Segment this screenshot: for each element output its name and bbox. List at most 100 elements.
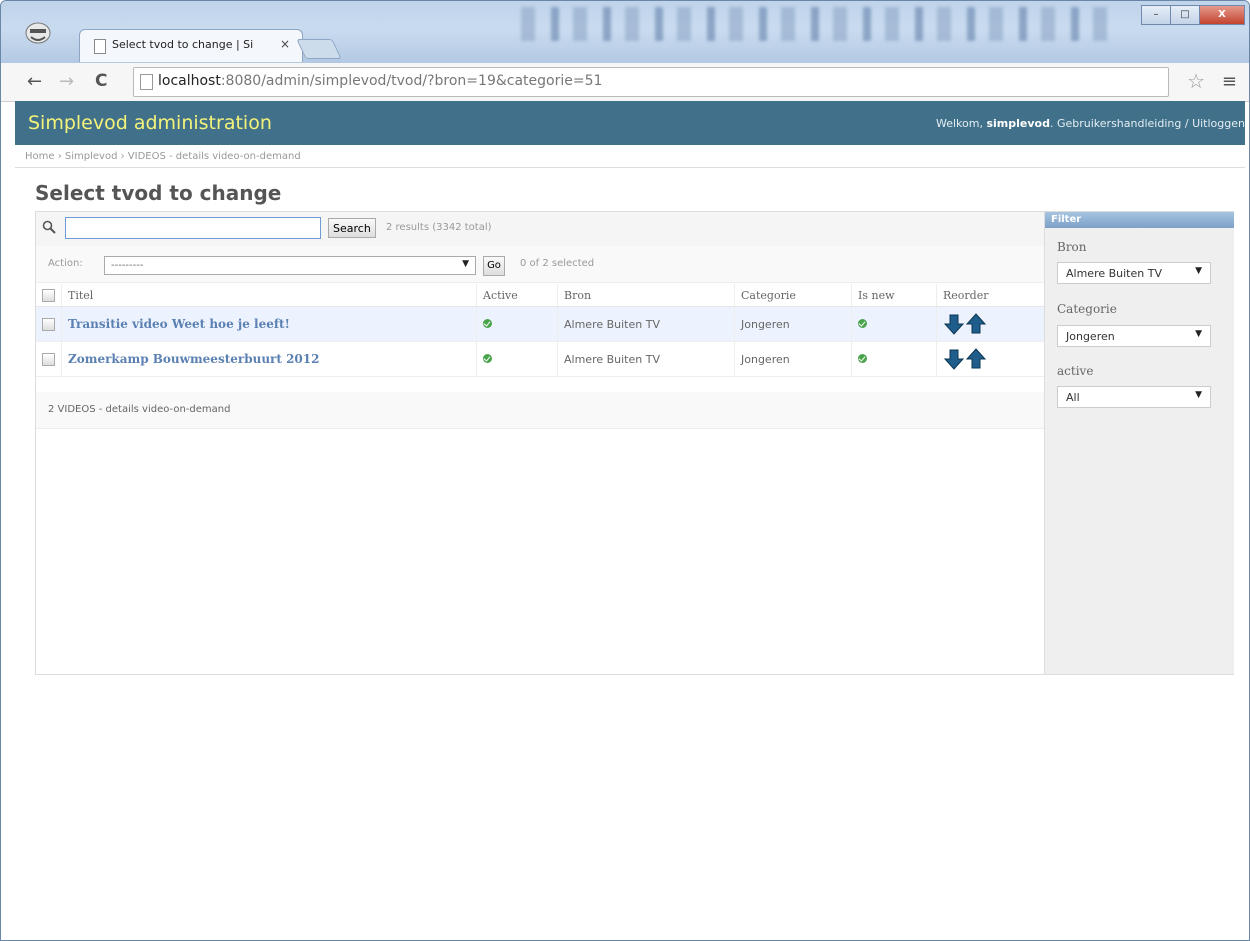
breadcrumb-text[interactable]: Home › Simplevod › VIDEOS - details vide… [25, 151, 301, 162]
action-select[interactable]: --------- ▼ [104, 256, 476, 275]
username: simplevod [986, 117, 1050, 130]
paginator: 2 VIDEOS - details video-on-demand [36, 392, 1044, 429]
table-header-row: Titel Active Bron Categorie Is new Reord… [36, 284, 1044, 307]
search-bar: Search 2 results (3342 total) [36, 212, 1044, 247]
browser-menu-icon[interactable]: ≡ [1222, 71, 1237, 92]
welcome-text: Welkom, [936, 117, 983, 130]
address-bar[interactable]: localhost:8080/admin/simplevod/tvod/?bro… [133, 67, 1169, 97]
browser-titlebar: Select tvod to change | Si × – □ X [1, 1, 1249, 63]
filter-label-active: active [1057, 364, 1094, 378]
close-window-button[interactable]: X [1199, 5, 1245, 25]
selected-count: 0 of 2 selected [520, 258, 595, 269]
filter-select-bron[interactable]: Almere Buiten TV ▼ [1057, 262, 1211, 284]
admin-header: Simplevod administration Welkom, simplev… [15, 101, 1245, 145]
separator: / [1184, 117, 1189, 130]
select-all-header [36, 284, 62, 307]
paginator-text: 2 VIDEOS - details video-on-demand [48, 404, 231, 415]
categorie-cell: Jongeren [734, 306, 852, 342]
table-row: Transitie video Weet hoe je leeft! Almer… [36, 306, 1044, 342]
actions-bar: Action: --------- ▼ Go 0 of 2 selected [36, 246, 1044, 283]
check-icon [858, 353, 867, 363]
table-row: Zomerkamp Bouwmeesterbuurt 2012 Almere B… [36, 341, 1044, 377]
logout-link[interactable]: Uitloggen [1192, 117, 1245, 130]
titel-link[interactable]: Transitie video Weet hoe je leeft! [68, 317, 290, 331]
browser-window: Select tvod to change | Si × – □ X ← → C… [0, 0, 1250, 941]
back-icon[interactable]: ← [27, 71, 42, 92]
filter-select-value: All [1066, 391, 1080, 404]
filter-label-bron: Bron [1057, 240, 1087, 254]
go-button[interactable]: Go [483, 256, 505, 276]
search-result-count[interactable]: 2 results (3342 total) [386, 222, 492, 233]
tab-close-icon[interactable]: × [280, 37, 290, 51]
user-profile-icon[interactable] [23, 21, 53, 45]
search-icon [42, 220, 56, 234]
breadcrumb: Home › Simplevod › VIDEOS - details vide… [15, 145, 1245, 168]
categorie-cell: Jongeren [734, 341, 852, 377]
manual-link[interactable]: Gebruikershandleiding [1057, 117, 1181, 130]
filter-title: Filter [1045, 212, 1234, 228]
browser-tab[interactable]: Select tvod to change | Si × [79, 29, 303, 62]
reorder-cell [936, 306, 1044, 342]
filter-panel: Filter Bron Almere Buiten TV ▼ Categorie… [1044, 212, 1234, 674]
background-blur [521, 7, 1121, 41]
reload-icon[interactable]: C [95, 71, 107, 91]
new-tab-button[interactable] [296, 39, 342, 59]
site-brand[interactable]: Simplevod administration [28, 112, 272, 134]
url-host: localhost [158, 73, 221, 89]
maximize-button[interactable]: □ [1170, 5, 1200, 25]
filter-select-value: Almere Buiten TV [1066, 267, 1162, 280]
arrow-down-icon[interactable] [943, 348, 965, 370]
select-all-checkbox[interactable] [42, 288, 55, 302]
arrow-up-icon[interactable] [965, 313, 987, 335]
column-header-reorder[interactable]: Reorder [936, 284, 1044, 307]
forward-icon[interactable]: → [59, 71, 74, 92]
arrow-up-icon[interactable] [965, 348, 987, 370]
result-table: Titel Active Bron Categorie Is new Reord… [36, 284, 1044, 377]
chevron-down-icon: ▼ [462, 259, 469, 269]
active-cell [476, 306, 558, 342]
admin-page: Simplevod administration Welkom, simplev… [15, 101, 1245, 940]
column-header-is-new[interactable]: Is new [851, 284, 937, 307]
reorder-cell [936, 341, 1044, 377]
browser-toolbar: ← → C localhost:8080/admin/simplevod/tvo… [1, 63, 1249, 102]
changelist: Search 2 results (3342 total) Action: --… [35, 211, 1234, 675]
search-button[interactable]: Search [328, 218, 376, 238]
titel-cell: Transitie video Weet hoe je leeft! [61, 306, 477, 342]
column-header-titel[interactable]: Titel [61, 284, 477, 307]
column-header-active[interactable]: Active [476, 284, 558, 307]
arrow-down-icon[interactable] [943, 313, 965, 335]
row-checkbox[interactable] [42, 352, 55, 366]
action-select-value: --------- [111, 260, 144, 271]
filter-label-categorie: Categorie [1057, 302, 1117, 316]
tab-title: Select tvod to change | Si [112, 38, 254, 51]
column-header-bron[interactable]: Bron [557, 284, 735, 307]
row-select-cell [36, 341, 62, 377]
page-title: Select tvod to change [35, 181, 282, 205]
titel-cell: Zomerkamp Bouwmeesterbuurt 2012 [61, 341, 477, 377]
filter-select-value: Jongeren [1066, 330, 1115, 343]
row-checkbox[interactable] [42, 317, 55, 331]
titel-link[interactable]: Zomerkamp Bouwmeesterbuurt 2012 [68, 352, 319, 366]
chevron-down-icon: ▼ [1195, 266, 1202, 276]
check-icon [483, 318, 492, 328]
page-icon [94, 39, 106, 54]
is-new-cell [851, 341, 937, 377]
user-tools: Welkom, simplevod. Gebruikershandleiding… [936, 117, 1245, 130]
bron-cell: Almere Buiten TV [557, 341, 735, 377]
action-label: Action: [48, 258, 83, 269]
url-text: localhost:8080/admin/simplevod/tvod/?bro… [158, 73, 602, 89]
active-cell [476, 341, 558, 377]
window-controls: – □ X [1141, 5, 1245, 25]
filter-select-categorie[interactable]: Jongeren ▼ [1057, 325, 1211, 347]
check-icon [858, 318, 867, 328]
page-icon [140, 74, 153, 90]
search-input[interactable] [65, 217, 321, 239]
filter-select-active[interactable]: All ▼ [1057, 386, 1211, 408]
bron-cell: Almere Buiten TV [557, 306, 735, 342]
changelist-main: Search 2 results (3342 total) Action: --… [36, 212, 1044, 674]
bookmark-star-icon[interactable]: ☆ [1187, 69, 1205, 93]
row-select-cell [36, 306, 62, 342]
minimize-button[interactable]: – [1141, 5, 1171, 25]
column-header-categorie[interactable]: Categorie [734, 284, 852, 307]
check-icon [483, 353, 492, 363]
